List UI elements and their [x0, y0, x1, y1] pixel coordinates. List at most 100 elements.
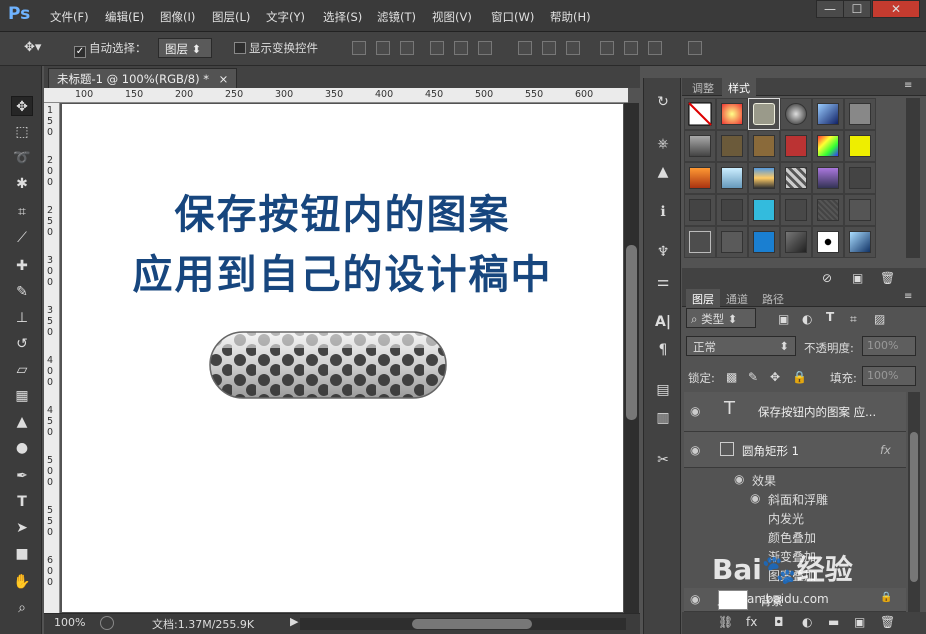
delete-style-icon[interactable]: 🗑: [880, 271, 895, 285]
document-tab[interactable]: 未标题-1 @ 100%(RGB/8) * ×: [48, 68, 238, 88]
layer-row-shape[interactable]: ◉ 圆角矩形 1 fx: [684, 432, 906, 468]
align-right-icon[interactable]: [478, 41, 492, 55]
new-layer-icon[interactable]: ▣: [854, 615, 865, 629]
layer-row-text[interactable]: ◉ T 保存按钮内的图案 应...: [684, 392, 906, 432]
panel-menu-icon[interactable]: ≡: [904, 291, 912, 302]
maximize-button[interactable]: ☐: [843, 0, 871, 18]
style-swatch[interactable]: [844, 194, 876, 226]
menu-type[interactable]: 文字(Y): [266, 9, 305, 25]
new-style-icon[interactable]: ▣: [852, 271, 863, 285]
style-swatch[interactable]: [748, 194, 780, 226]
new-group-icon[interactable]: ▬: [828, 615, 839, 629]
filter-smart-icon[interactable]: ▨: [874, 312, 885, 326]
layer-filter-dropdown[interactable]: ⌕ 类型 ⬍: [686, 308, 756, 328]
style-swatch[interactable]: [812, 226, 844, 258]
gradient-tool-icon[interactable]: ▦: [11, 386, 33, 406]
menu-image[interactable]: 图像(I): [160, 9, 195, 25]
link-layers-icon[interactable]: ⛓: [718, 615, 733, 629]
histogram-panel-icon[interactable]: ▲: [653, 162, 673, 182]
lock-all-icon[interactable]: 🔒: [792, 370, 807, 384]
crop-tool-icon[interactable]: ⌗: [11, 202, 33, 222]
new-adjustment-icon[interactable]: ◐: [802, 615, 812, 629]
eraser-tool-icon[interactable]: ▱: [11, 360, 33, 380]
style-swatch[interactable]: [812, 194, 844, 226]
filter-shape-icon[interactable]: ⌗: [850, 312, 857, 327]
style-swatch[interactable]: [780, 130, 812, 162]
type-tool-icon[interactable]: T: [11, 492, 33, 512]
tab-styles[interactable]: 样式: [722, 78, 756, 96]
close-window-button[interactable]: ✕: [872, 0, 920, 18]
visibility-eye-icon[interactable]: ◉: [690, 404, 700, 418]
close-tab-icon[interactable]: ×: [219, 72, 229, 86]
horizontal-scrollbar[interactable]: [300, 618, 626, 630]
layers-scrollbar[interactable]: [908, 392, 920, 612]
delete-layer-icon[interactable]: 🗑: [880, 615, 895, 629]
panel-menu-icon[interactable]: ≡: [904, 80, 912, 91]
marquee-tool-icon[interactable]: ⬚: [11, 122, 33, 142]
document-canvas[interactable]: 保存按钮内的图案 应用到自己的设计稿中: [62, 104, 623, 612]
zoom-level[interactable]: 100%: [54, 616, 85, 629]
style-swatch[interactable]: [716, 98, 748, 130]
style-swatch[interactable]: [748, 162, 780, 194]
eyedropper-icon[interactable]: ⟋: [11, 228, 33, 248]
filter-adjust-icon[interactable]: ◐: [802, 312, 812, 326]
character-panel-icon[interactable]: A|: [653, 312, 673, 332]
tool-options-icon[interactable]: ✂: [653, 450, 673, 470]
history-panel-icon[interactable]: ↻: [653, 92, 673, 112]
status-icon[interactable]: [100, 616, 114, 630]
rectangle-tool-icon[interactable]: ■: [11, 544, 33, 564]
style-swatch[interactable]: [812, 162, 844, 194]
no-style-icon[interactable]: ⊘: [822, 271, 832, 285]
lock-position-icon[interactable]: ✥: [770, 370, 780, 384]
menu-edit[interactable]: 编辑(E): [105, 9, 144, 25]
tab-paths[interactable]: 路径: [756, 289, 790, 307]
dodge-tool-icon[interactable]: ●: [11, 438, 33, 458]
align-hcenter-icon[interactable]: [454, 41, 468, 55]
paragraph-panel-icon[interactable]: ¶: [653, 340, 673, 360]
style-swatch[interactable]: [844, 98, 876, 130]
style-swatch[interactable]: [844, 162, 876, 194]
style-swatch[interactable]: [684, 162, 716, 194]
scrollbar-thumb[interactable]: [626, 245, 637, 420]
tab-layers[interactable]: 图层: [686, 289, 720, 307]
align-vcenter-icon[interactable]: [376, 41, 390, 55]
show-transform-checkbox[interactable]: 显示变换控件: [234, 40, 318, 56]
align-top-icon[interactable]: [352, 41, 366, 55]
menu-window[interactable]: 窗口(W): [491, 9, 534, 25]
auto-align-icon[interactable]: [688, 41, 702, 55]
pen-tool-icon[interactable]: ✒: [11, 466, 33, 486]
tab-channels[interactable]: 通道: [720, 289, 754, 307]
lasso-tool-icon[interactable]: ➰: [11, 148, 33, 168]
style-swatch[interactable]: [748, 226, 780, 258]
align-bottom-icon[interactable]: [400, 41, 414, 55]
menu-layer[interactable]: 图层(L): [212, 9, 250, 25]
align-left-icon[interactable]: [430, 41, 444, 55]
distribute-right-icon[interactable]: [648, 41, 662, 55]
menu-help[interactable]: 帮助(H): [550, 9, 591, 25]
style-swatch[interactable]: [684, 98, 716, 130]
style-swatch[interactable]: [684, 194, 716, 226]
magic-wand-icon[interactable]: ✱: [11, 174, 33, 194]
minimize-button[interactable]: —: [816, 0, 844, 18]
notes-panel-icon[interactable]: ▤: [653, 380, 673, 400]
tab-adjustments[interactable]: 调整: [686, 78, 720, 96]
brush-tool-icon[interactable]: ✎: [11, 282, 33, 302]
style-swatch[interactable]: [716, 130, 748, 162]
style-swatch[interactable]: [748, 98, 780, 130]
layer-fx-badge[interactable]: fx: [880, 443, 891, 457]
path-select-icon[interactable]: ➤: [11, 518, 33, 538]
effect-inner-glow[interactable]: 内发光: [768, 510, 804, 527]
menu-filter[interactable]: 滤镜(T): [377, 9, 416, 25]
info-panel-icon[interactable]: ℹ: [653, 202, 673, 222]
distribute-bottom-icon[interactable]: [566, 41, 580, 55]
zoom-tool-icon[interactable]: ⌕: [11, 598, 33, 618]
opacity-input[interactable]: 100%: [862, 336, 916, 356]
menu-view[interactable]: 视图(V): [432, 9, 472, 25]
distribute-top-icon[interactable]: [518, 41, 532, 55]
style-swatch[interactable]: [780, 98, 812, 130]
blur-tool-icon[interactable]: ▲: [11, 412, 33, 432]
visibility-eye-icon[interactable]: ◉: [690, 592, 700, 606]
distribute-left-icon[interactable]: [600, 41, 614, 55]
style-swatch[interactable]: [812, 130, 844, 162]
effect-bevel[interactable]: 斜面和浮雕: [768, 491, 828, 508]
